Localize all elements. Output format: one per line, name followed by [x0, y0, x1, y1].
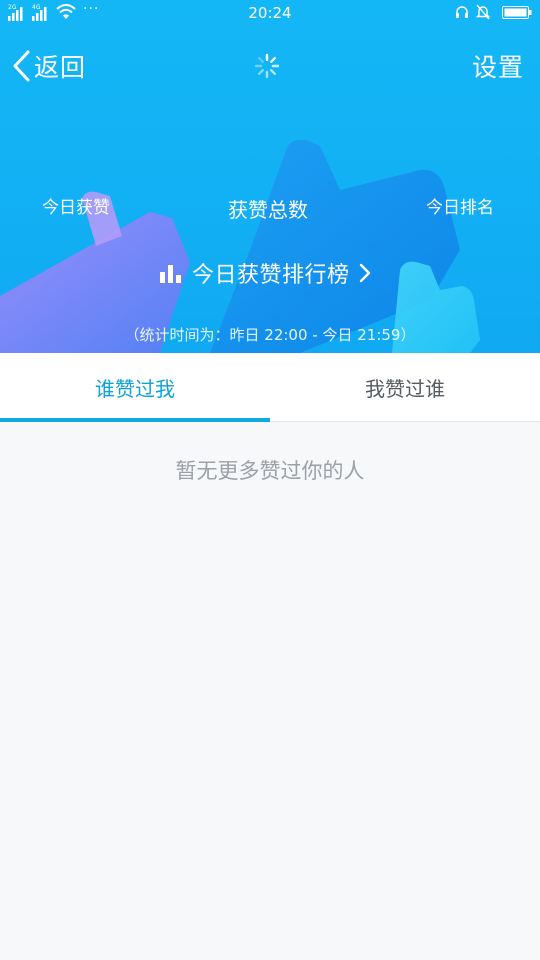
- bell-off-icon: [476, 4, 490, 20]
- ranking-link[interactable]: 今日获赞排行榜: [160, 256, 372, 290]
- total-likes-label: 获赞总数: [228, 198, 308, 222]
- bar-chart-icon: [160, 265, 181, 283]
- empty-state-message: 暂无更多赞过你的人: [175, 459, 365, 483]
- battery-icon: [502, 6, 532, 19]
- headset-icon: [456, 6, 468, 18]
- status-bar: 2G 4G ··· 20:24: [0, 0, 540, 28]
- back-button[interactable]: 返回: [10, 46, 86, 86]
- ranking-link-label: 今日获赞排行榜: [192, 263, 350, 288]
- likes-tab-bar: 谁赞过我 我赞过谁: [0, 353, 540, 422]
- chevron-left-icon: [13, 50, 30, 82]
- active-tab-indicator: [0, 418, 270, 422]
- tab-who-i-liked[interactable]: 我赞过谁: [270, 353, 540, 422]
- stat-period-note: （统计时间为：昨日 22:00 - 今日 21:59）: [124, 326, 416, 344]
- chevron-right-icon: [359, 263, 370, 283]
- settings-button[interactable]: 设置: [472, 48, 524, 84]
- back-label: 返回: [34, 53, 87, 82]
- today-rank-label: 今日排名: [426, 198, 494, 218]
- today-likes-label: 今日获赞: [42, 198, 110, 218]
- tab-who-liked-me[interactable]: 谁赞过我: [0, 353, 270, 422]
- spinner-icon: [254, 53, 280, 79]
